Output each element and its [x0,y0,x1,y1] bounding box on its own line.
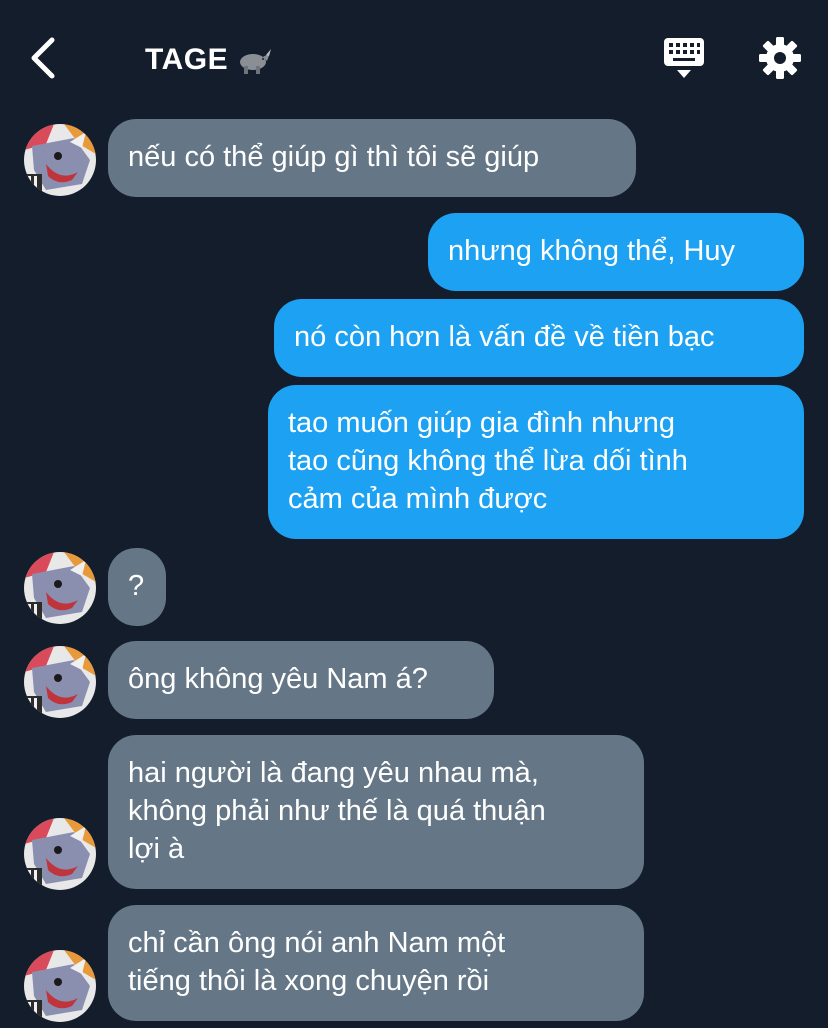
message-bubble-outgoing: nó còn hơn là vấn đề về tiền bạc [274,299,804,377]
chevron-left-icon [31,37,55,79]
avatar[interactable] [24,124,96,196]
message-bubble-incoming: ông không yêu Nam á? [108,641,494,719]
keyboard-icon [664,38,704,78]
avatar[interactable] [24,818,96,890]
rhino-emoji-icon [240,49,271,74]
rhino-avatar-icon [24,950,96,1022]
rhino-avatar-icon [24,818,96,890]
settings-button[interactable] [756,34,804,82]
gear-icon [759,37,801,79]
message-bubble-outgoing: nhưng không thể, Huy [428,213,804,291]
avatar[interactable] [24,950,96,1022]
rhino-avatar-icon [24,552,96,624]
back-button[interactable] [22,30,66,86]
avatar[interactable] [24,646,96,718]
message-bubble-incoming: nếu có thể giúp gì thì tôi sẽ giúp [108,119,636,197]
message-bubble-incoming: ? [108,548,166,626]
message-bubble-outgoing: tao muốn giúp gia đình nhưng tao cũng kh… [268,385,804,539]
avatar[interactable] [24,552,96,624]
message-bubble-incoming: hai người là đang yêu nhau mà, không phả… [108,735,644,889]
keyboard-button[interactable] [660,34,708,82]
chat-header: TAGE [0,0,828,115]
rhino-avatar-icon [24,646,96,718]
chat-title: TAGE [145,43,229,76]
rhino-avatar-icon [24,124,96,196]
message-bubble-incoming: chỉ cần ông nói anh Nam một tiếng thôi l… [108,905,644,1021]
